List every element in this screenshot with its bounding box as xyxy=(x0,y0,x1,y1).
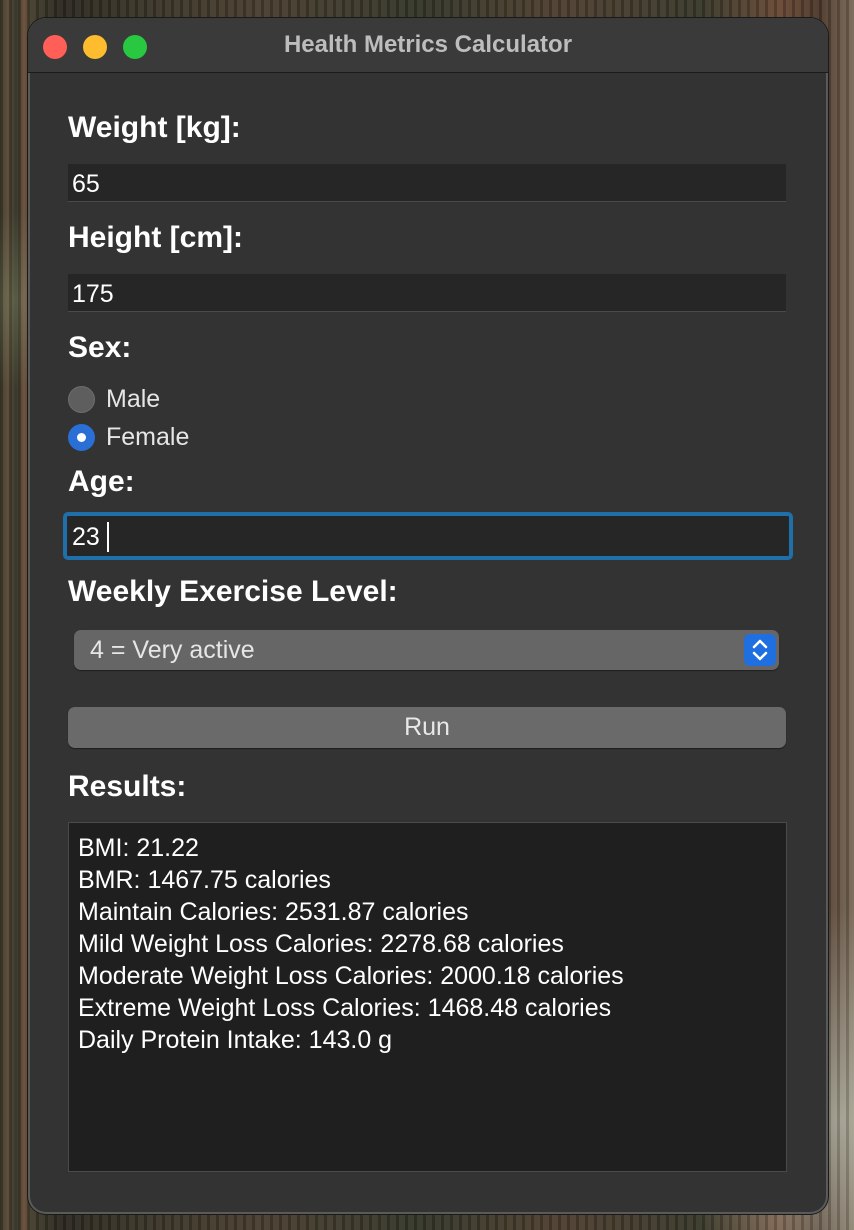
height-field-container xyxy=(68,274,786,312)
up-down-chevron-icon[interactable] xyxy=(744,634,776,666)
height-input[interactable] xyxy=(68,274,786,311)
height-label: Height [cm]: xyxy=(68,221,243,254)
result-line: Extreme Weight Loss Calories: 1468.48 ca… xyxy=(78,994,612,1022)
weight-input[interactable] xyxy=(68,164,786,201)
radio-male-indicator[interactable] xyxy=(68,385,95,413)
results-label: Results: xyxy=(68,770,187,803)
results-text-area[interactable]: BMI: 21.22 BMR: 1467.75 calories Maintai… xyxy=(68,822,787,1172)
radio-female-label: Female xyxy=(106,422,190,451)
result-line: Mild Weight Loss Calories: 2278.68 calor… xyxy=(78,930,564,958)
radio-male-label: Male xyxy=(106,384,161,413)
age-label: Age: xyxy=(68,465,135,498)
title-bar[interactable]: Health Metrics Calculator xyxy=(28,18,828,73)
window-title: Health Metrics Calculator xyxy=(283,31,573,58)
exercise-level-value: 4 = Very active xyxy=(90,636,255,664)
result-line: Daily Protein Intake: 143.0 g xyxy=(78,1026,393,1054)
run-button[interactable]: Run xyxy=(68,707,786,748)
result-line: BMI: 21.22 xyxy=(78,834,199,862)
exercise-level-select[interactable]: 4 = Very active xyxy=(74,630,779,670)
radio-male[interactable]: Male xyxy=(68,384,160,414)
exercise-level-label: Weekly Exercise Level: xyxy=(68,575,398,608)
sex-label: Sex: xyxy=(68,331,132,364)
age-input[interactable] xyxy=(67,516,789,556)
result-line: BMR: 1467.75 calories xyxy=(78,866,331,894)
age-field-container xyxy=(63,512,793,560)
radio-female-indicator[interactable] xyxy=(68,423,95,451)
weight-field-container xyxy=(68,164,786,202)
result-line: Maintain Calories: 2531.87 calories xyxy=(78,898,469,926)
text-caret xyxy=(107,522,109,552)
result-line: Moderate Weight Loss Calories: 2000.18 c… xyxy=(78,962,624,990)
weight-label: Weight [kg]: xyxy=(68,111,241,144)
radio-female[interactable]: Female xyxy=(68,422,189,452)
app-window: Health Metrics Calculator Weight [kg]: H… xyxy=(28,18,828,1214)
